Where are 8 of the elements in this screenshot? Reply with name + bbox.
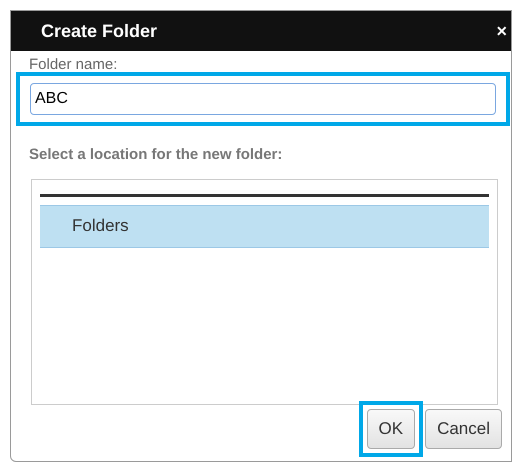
cancel-button[interactable]: Cancel: [425, 408, 502, 448]
folder-name-input[interactable]: ABC: [30, 83, 496, 115]
ok-button[interactable]: OK: [366, 408, 416, 448]
location-label: Select a location for the new folder:: [29, 145, 284, 165]
tree-item[interactable]: Folders: [40, 204, 489, 248]
close-button[interactable]: ×: [496, 22, 507, 40]
window-title: Create Folder: [41, 20, 158, 42]
field-label: Folder name:: [29, 57, 118, 72]
